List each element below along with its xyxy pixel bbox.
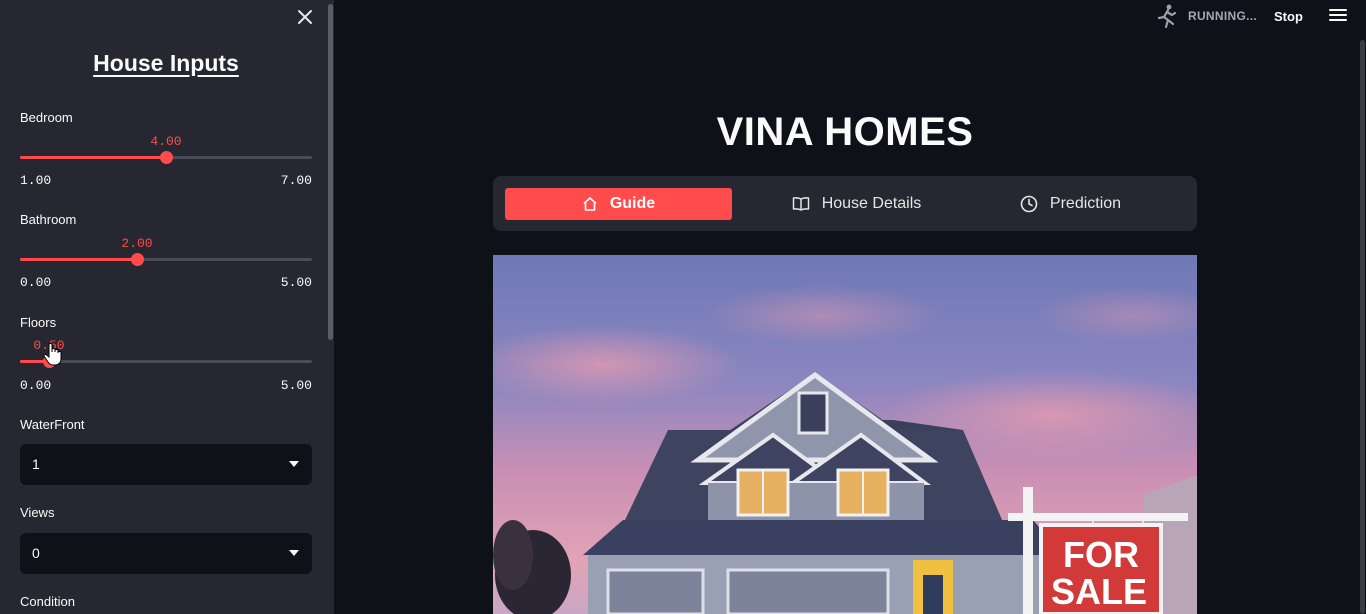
sidebar-scrollbar[interactable] xyxy=(328,4,333,340)
sidebar: House Inputs Bedroom 4.00 1.00 7.00 Bath… xyxy=(0,0,334,614)
bathroom-slider-thumb[interactable] xyxy=(131,253,144,266)
views-select[interactable]: 0 xyxy=(20,533,312,574)
tab-prediction[interactable]: Prediction xyxy=(957,188,1184,220)
tab-guide[interactable]: Guide xyxy=(505,188,732,220)
bedroom-label: Bedroom xyxy=(20,110,73,125)
sidebar-title: House Inputs xyxy=(93,50,239,76)
floors-label: Floors xyxy=(20,315,57,330)
bedroom-slider[interactable] xyxy=(20,151,312,164)
floors-min: 0.00 xyxy=(20,378,52,393)
floors-max: 5.00 xyxy=(280,378,312,393)
tab-guide-label: Guide xyxy=(609,195,656,212)
book-icon xyxy=(792,197,809,211)
hand-cursor-icon xyxy=(43,343,62,366)
page-title: VINA HOMES xyxy=(716,110,974,154)
running-man-icon xyxy=(1157,4,1177,28)
sign-text-sale: SALE xyxy=(1051,571,1147,612)
nav-tabs: Guide House Details Prediction xyxy=(493,176,1197,231)
tab-prediction-label: Prediction xyxy=(1049,195,1122,212)
running-text: RUNNING... xyxy=(1188,9,1257,23)
bathroom-slider-fill xyxy=(20,258,137,261)
chevron-down-icon xyxy=(289,461,299,467)
stop-button[interactable]: Stop xyxy=(1274,9,1303,24)
bedroom-min: 1.00 xyxy=(20,173,52,188)
clock-icon xyxy=(1020,195,1038,213)
waterfront-value: 1 xyxy=(32,456,40,472)
running-status: RUNNING... xyxy=(1156,4,1257,28)
bedroom-value: 4.00 xyxy=(150,134,182,149)
bedroom-slider-thumb[interactable] xyxy=(160,151,173,164)
sign-text-for: FOR xyxy=(1063,534,1139,575)
main-scrollbar[interactable] xyxy=(1360,40,1365,614)
bedroom-slider-fill xyxy=(20,156,166,159)
bathroom-min: 0.00 xyxy=(20,275,52,290)
views-value: 0 xyxy=(32,545,40,561)
floors-slider[interactable] xyxy=(20,355,312,368)
waterfront-select[interactable]: 1 xyxy=(20,444,312,485)
tab-house-details[interactable]: House Details xyxy=(743,188,970,220)
bathroom-label: Bathroom xyxy=(20,212,77,227)
bathroom-slider[interactable] xyxy=(20,253,312,266)
bedroom-max: 7.00 xyxy=(280,173,312,188)
tab-house-details-label: House Details xyxy=(821,195,922,212)
bathroom-max: 5.00 xyxy=(280,275,312,290)
views-label: Views xyxy=(20,505,55,520)
bathroom-value: 2.00 xyxy=(121,236,153,251)
house-hero-image: FOR SALE xyxy=(493,255,1197,614)
hamburger-menu-icon[interactable] xyxy=(1329,9,1347,23)
waterfront-label: WaterFront xyxy=(20,417,85,432)
close-sidebar-icon[interactable] xyxy=(294,6,316,28)
chevron-down-icon xyxy=(289,550,299,556)
home-icon xyxy=(583,197,597,211)
condition-label: Condition xyxy=(20,594,75,609)
